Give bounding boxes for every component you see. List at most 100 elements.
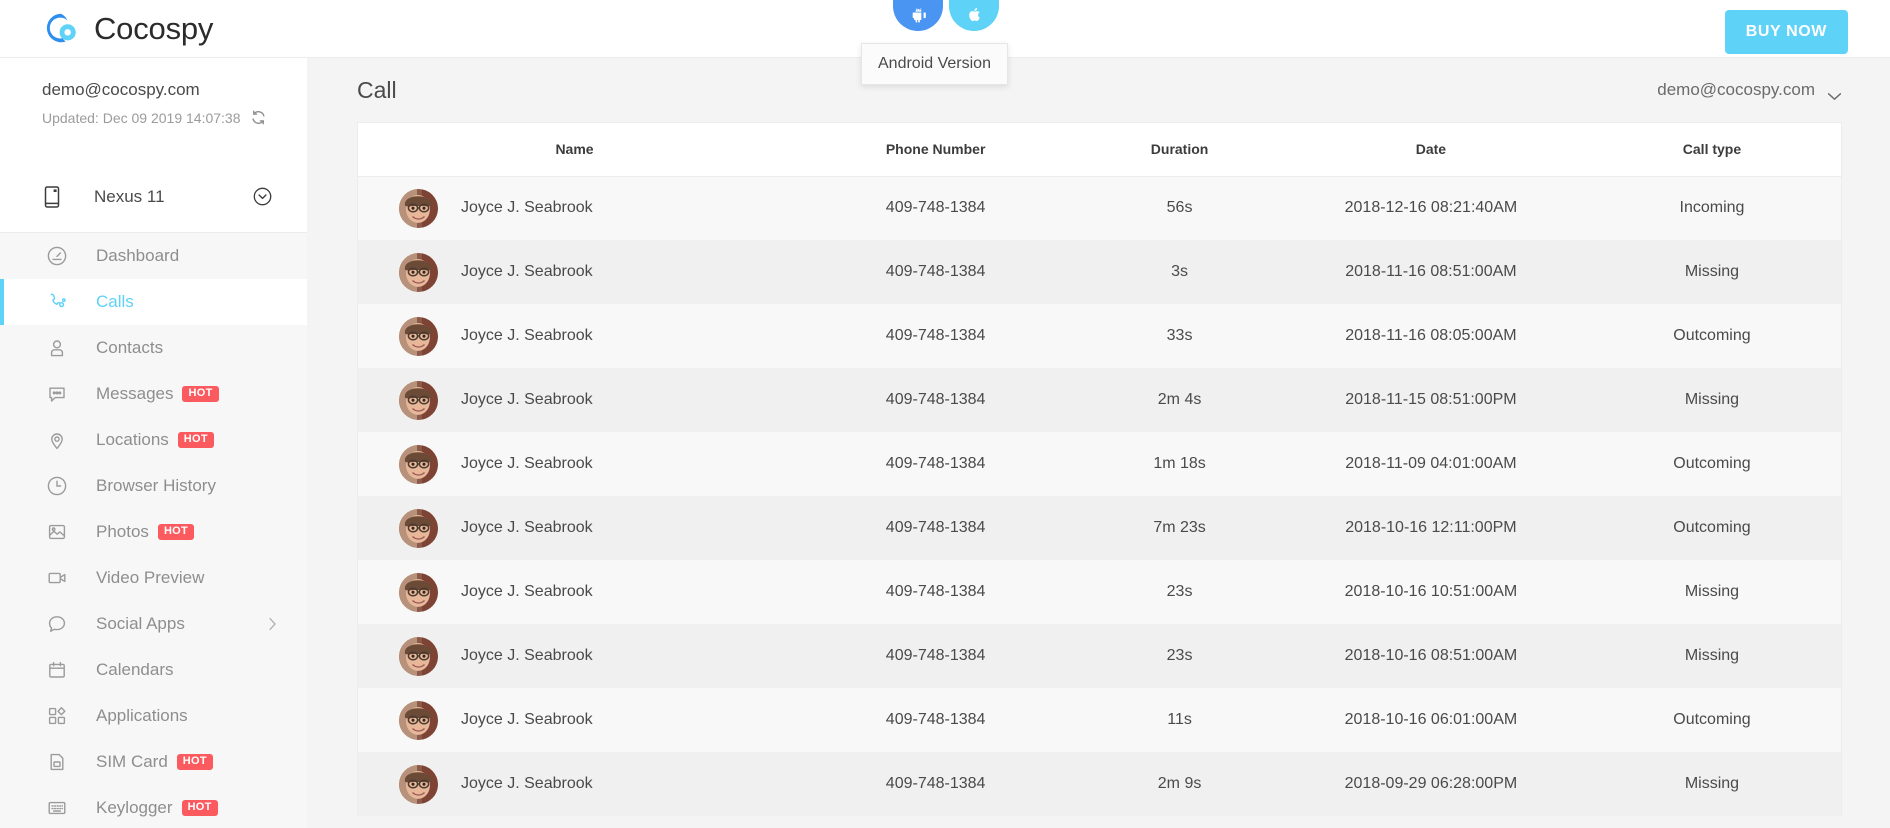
cell-date: 2018-12-16 08:21:40AM [1344, 199, 1518, 217]
table-row[interactable]: Joyce J. Seabrook 409-748-1384 3s 2018-11-1… [358, 240, 1841, 304]
sidebar-item-label: Dashboard [96, 246, 180, 265]
cell-name: Joyce J. Seabrook [358, 624, 791, 688]
account-block: demo@cocospy.com Updated: Dec 09 2019 14… [0, 58, 307, 161]
sidebar-item-messages[interactable]: Messages HOT [0, 371, 307, 417]
sidebar-item-contacts[interactable]: Contacts [0, 325, 307, 371]
table-row[interactable]: Joyce J. Seabrook 409-748-1384 56s 2018-12-… [358, 176, 1841, 240]
main-content: Call demo@cocospy.com Name Phone Number … [307, 58, 1890, 828]
sidebar-item-dashboard[interactable]: Dashboard [0, 233, 307, 279]
sidebar-item-keylogger[interactable]: Keylogger HOT [0, 785, 307, 828]
phone-icon [42, 185, 62, 209]
sidebar-item-browser-history[interactable]: Browser History [0, 463, 307, 509]
cell-name: Joyce J. Seabrook [358, 752, 791, 816]
cell-call-type: Outcoming [1673, 711, 1751, 728]
photo-icon [46, 521, 68, 543]
chevron-down-circle-icon[interactable] [252, 186, 273, 207]
avatar [399, 764, 438, 804]
contact-name: Joyce J. Seabrook [461, 199, 593, 217]
contact-name: Joyce J. Seabrook [461, 583, 593, 600]
clock-icon [46, 475, 68, 497]
sidebar-item-label: SIM Card [96, 752, 168, 771]
cell-date: 2018-11-16 08:51:00AM [1345, 263, 1517, 280]
brand[interactable]: Cocospy [42, 0, 213, 58]
cell-duration: 2m 9s [1157, 775, 1202, 792]
cell-name: Joyce J. Seabrook [358, 368, 791, 432]
cell-duration: 56s [1166, 199, 1193, 217]
sidebar-item-locations[interactable]: Locations HOT [0, 417, 307, 463]
cell-call-type: Missing [1684, 263, 1740, 280]
updated-row: Updated: Dec 09 2019 14:07:38 [42, 109, 307, 126]
sidebar-item-calls[interactable]: Calls [0, 279, 307, 325]
column-header-phone[interactable]: Phone Number [791, 123, 1081, 177]
cell-duration: 2m 4s [1157, 391, 1202, 408]
device-selector[interactable]: Nexus 11 [0, 161, 307, 233]
phone-call-icon [46, 291, 68, 313]
table-row[interactable]: Joyce J. Seabrook 409-748-1384 23s 2018-10-… [358, 624, 1841, 688]
video-camera-icon [46, 567, 68, 589]
cell-duration: 11s [1167, 711, 1192, 728]
avatar [399, 316, 438, 356]
sidebar-item-photos[interactable]: Photos HOT [0, 509, 307, 555]
call-log-table: Name Phone Number Duration Date Call typ… [358, 123, 1841, 816]
cell-date: 2018-09-29 06:28:00PM [1344, 775, 1518, 792]
updated-text: Updated: Dec 09 2019 14:07:38 [42, 109, 241, 126]
refresh-icon[interactable] [250, 109, 267, 126]
cell-date: 2018-10-16 06:01:00AM [1344, 711, 1518, 728]
call-log-table-card: Name Phone Number Duration Date Call typ… [357, 122, 1842, 816]
cell-name: Joyce J. Seabrook [358, 432, 791, 496]
hot-badge: HOT [177, 432, 214, 448]
sidebar-item-applications[interactable]: Applications [0, 693, 307, 739]
sidebar-item-social-apps[interactable]: Social Apps [0, 601, 307, 647]
avatar [399, 252, 438, 292]
cell-name: Joyce J. Seabrook [358, 560, 791, 624]
device-name: Nexus 11 [94, 186, 165, 206]
table-row[interactable]: Joyce J. Seabrook 409-748-1384 23s 2018-10-… [358, 560, 1841, 624]
cell-duration: 1m 18s [1153, 455, 1206, 472]
table-row[interactable]: Joyce J. Seabrook 409-748-1384 11s 2018-10-… [358, 688, 1841, 752]
cell-phone: 409-748-1384 [885, 263, 986, 280]
table-row[interactable]: Joyce J. Seabrook 409-748-1384 7m 23s 2018-… [358, 496, 1841, 560]
applications-icon [46, 705, 68, 727]
sidebar-item-video-preview[interactable]: Video Preview [0, 555, 307, 601]
cell-phone: 409-748-1384 [885, 711, 986, 728]
contact-name: Joyce J. Seabrook [461, 647, 593, 664]
account-dropdown[interactable]: demo@cocospy.com [1657, 80, 1842, 100]
cocospy-logo-icon [42, 10, 80, 48]
sidebar-item-label: Calls [96, 292, 134, 311]
table-row[interactable]: Joyce J. Seabrook 409-748-1384 2m 4s 2018-1… [358, 368, 1841, 432]
cell-phone: 409-748-1384 [885, 775, 986, 792]
contacts-icon [46, 337, 68, 359]
cell-name: Joyce J. Seabrook [358, 304, 791, 368]
hot-badge: HOT [176, 754, 213, 770]
column-header-name[interactable]: Name [358, 123, 792, 177]
calendar-icon [46, 659, 68, 681]
column-header-duration[interactable]: Duration [1080, 123, 1279, 177]
column-header-date[interactable]: Date [1278, 123, 1583, 177]
cell-duration: 33s [1166, 327, 1193, 344]
table-row[interactable]: Joyce J. Seabrook 409-748-1384 2m 9s 2018-0… [358, 752, 1841, 816]
hot-badge: HOT [182, 386, 219, 402]
account-email: demo@cocospy.com [42, 80, 200, 99]
main-header: Call demo@cocospy.com [307, 58, 1890, 122]
sidebar-nav: Dashboard Calls Contacts Messages HOT Lo… [0, 233, 307, 828]
avatar [399, 700, 438, 740]
sidebar-item-calendars[interactable]: Calendars [0, 647, 307, 693]
table-row[interactable]: Joyce J. Seabrook 409-748-1384 33s 2018-11-… [358, 304, 1841, 368]
top-bar: Cocospy Android Version BUY NOW [0, 0, 1890, 85]
cell-date: 2018-10-16 08:51:00AM [1344, 647, 1518, 664]
column-header-call-type[interactable]: Call type [1582, 123, 1841, 177]
android-version-button[interactable] [893, 0, 943, 31]
account-dropdown-label: demo@cocospy.com [1657, 80, 1815, 99]
ios-version-button[interactable] [949, 0, 999, 31]
sidebar-item-label: Keylogger [96, 798, 173, 817]
sidebar-item-label: Applications [96, 706, 188, 725]
table-row[interactable]: Joyce J. Seabrook 409-748-1384 1m 18s 2018-… [358, 432, 1841, 496]
sidebar-item-sim-card[interactable]: SIM Card HOT [0, 739, 307, 785]
buy-now-button[interactable]: BUY NOW [1724, 10, 1848, 54]
sidebar-item-label: Contacts [96, 338, 164, 357]
table-header-row: Name Phone Number Duration Date Call typ… [358, 123, 1841, 177]
avatar [399, 380, 438, 420]
sidebar: demo@cocospy.com Updated: Dec 09 2019 14… [0, 58, 307, 828]
cell-call-type: Incoming [1679, 199, 1745, 217]
table-head: Name Phone Number Duration Date Call typ… [358, 123, 1841, 177]
